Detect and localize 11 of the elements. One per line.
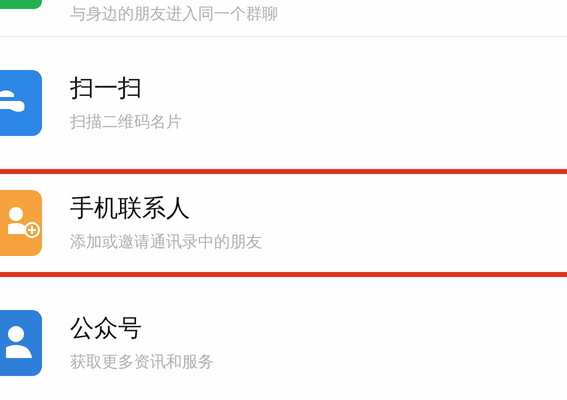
list-item[interactable]: 公众号 获取更多资讯和服务 (0, 289, 567, 397)
item-subtitle: 扫描二维码名片 (70, 112, 182, 132)
item-subtitle: 与身边的朋友进入同一个群聊 (70, 4, 278, 24)
item-title: 扫一扫 (70, 74, 143, 102)
item-title: 手机联系人 (70, 194, 191, 222)
list-item[interactable]: 手机联系人 添加或邀请通讯录中的朋友 (0, 169, 567, 277)
item-subtitle: 获取更多资讯和服务 (70, 352, 214, 372)
item-subtitle: 添加或邀请通讯录中的朋友 (70, 232, 262, 252)
item-title: 公众号 (70, 314, 143, 342)
list-item[interactable]: 扫一扫 扫描二维码名片 (0, 49, 567, 157)
add-person-icon (8, 204, 42, 240)
